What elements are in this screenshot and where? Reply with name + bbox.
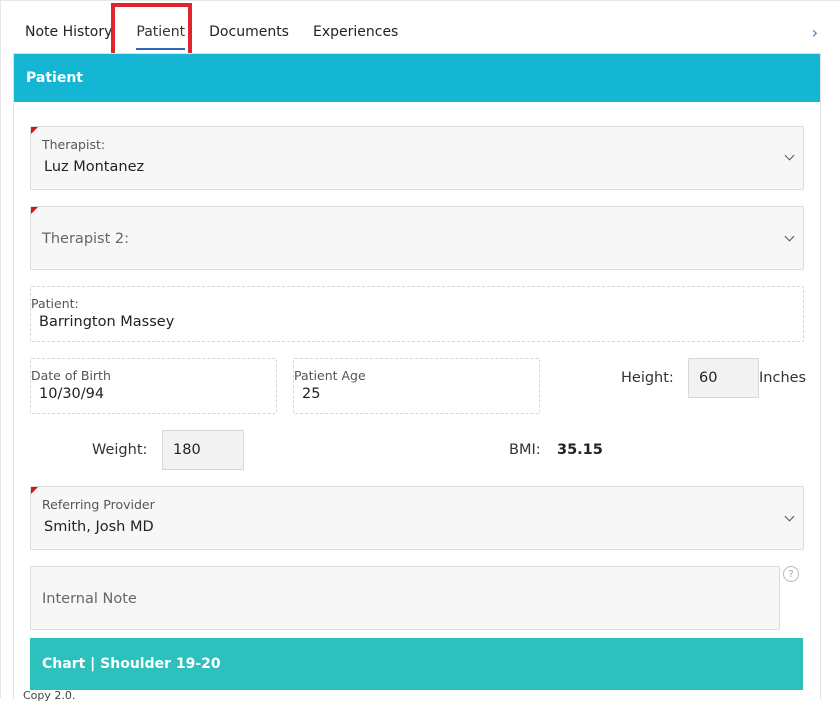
tab-experiences[interactable]: Experiences (301, 17, 410, 51)
referring-provider-value: Smith, Josh MD (44, 519, 154, 535)
age-label: Patient Age (294, 368, 366, 383)
dob-value: 10/30/94 (39, 386, 105, 402)
question-circle-icon[interactable]: ? (783, 566, 799, 582)
height-label: Height: (621, 370, 674, 386)
app-frame: Note History Patient Documents Experienc… (0, 0, 840, 702)
therapist2-placeholder: Therapist 2: (42, 231, 130, 247)
height-unit: Inches (759, 370, 807, 386)
tab-documents[interactable]: Documents (197, 17, 301, 51)
tab-bar: Note History Patient Documents Experienc… (13, 17, 410, 51)
bmi-value: 35.15 (557, 442, 603, 458)
chevron-down-icon (784, 231, 795, 242)
required-flag (31, 127, 38, 134)
required-flag (31, 207, 38, 214)
referring-provider-select[interactable]: Referring Provider Smith, Josh MD (30, 486, 804, 550)
age-value: 25 (302, 386, 321, 402)
chevron-down-icon (784, 150, 795, 161)
weight-label: Weight: (92, 442, 148, 458)
patient-field[interactable]: Patient: Barrington Massey (30, 286, 804, 342)
chevron-right-icon[interactable]: › (812, 23, 818, 42)
patient-value: Barrington Massey (39, 314, 175, 330)
bmi-label: BMI: (509, 442, 541, 458)
chevron-down-icon (784, 511, 795, 522)
required-flag (31, 487, 38, 494)
therapist-select[interactable]: Therapist: Luz Montanez (30, 126, 804, 190)
therapist2-select[interactable]: Therapist 2: (30, 206, 804, 270)
height-input[interactable]: 60 (688, 358, 759, 398)
patient-label: Patient: (31, 296, 79, 311)
therapist-value: Luz Montanez (44, 159, 145, 175)
weight-input[interactable]: 180 (162, 430, 244, 470)
tab-note-history[interactable]: Note History (13, 17, 124, 51)
footer-text: Copy 2.0. (23, 689, 76, 702)
internal-note-input[interactable]: Internal Note (30, 566, 780, 630)
panel-title: Patient (14, 54, 820, 102)
referring-provider-label: Referring Provider (42, 497, 155, 512)
tab-patient[interactable]: Patient (124, 17, 197, 51)
dob-field[interactable]: Date of Birth 10/30/94 (30, 358, 277, 414)
age-field[interactable]: Patient Age 25 (293, 358, 540, 414)
dob-label: Date of Birth (31, 368, 111, 383)
therapist-label: Therapist: (42, 137, 106, 152)
chart-section-header[interactable]: Chart | Shoulder 19-20 (30, 638, 803, 690)
internal-note-placeholder: Internal Note (42, 591, 137, 607)
